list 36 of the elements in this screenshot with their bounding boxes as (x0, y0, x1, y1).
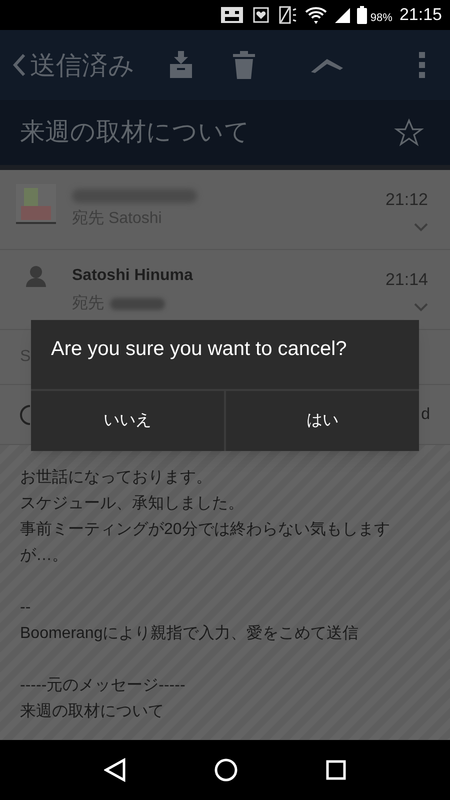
message-time: 21:14 (385, 269, 428, 292)
wifi-icon (305, 6, 328, 24)
sender-name: Satoshi Hinuma (72, 266, 194, 286)
recents-icon[interactable] (326, 760, 346, 780)
heart-mail-icon (251, 5, 272, 25)
battery-icon (357, 6, 368, 24)
person-icon (24, 264, 48, 288)
chevron-down-icon (414, 222, 428, 232)
star-icon[interactable] (394, 118, 424, 148)
home-icon[interactable] (214, 758, 238, 782)
body-text: Boomerangにより親指で入力、愛をこめて送信 (20, 624, 360, 644)
body-text: 来週の取材について (20, 702, 165, 722)
phone-vibrate-icon (278, 5, 298, 25)
body-text: -- (20, 598, 32, 618)
chevron-down-icon (414, 302, 428, 312)
archive-icon[interactable] (169, 51, 193, 79)
trash-icon[interactable] (233, 51, 255, 79)
boomerang-icon[interactable] (311, 57, 343, 73)
dialog-message: Are you sure you want to cancel? (50, 337, 348, 362)
redacted-recipient (110, 298, 165, 310)
dialog-button[interactable]: はい (224, 391, 419, 451)
back-icon (12, 53, 26, 77)
cassette-icon (220, 6, 244, 24)
signal-icon (334, 7, 350, 23)
back-nav-icon[interactable] (104, 758, 126, 782)
more-icon[interactable] (418, 52, 426, 78)
battery-percent: 98% (370, 13, 392, 24)
clock: 21:15 (399, 4, 442, 26)
message-time: 21:12 (385, 189, 428, 212)
subject-title: 来週の取材について (20, 116, 250, 148)
body-text: -----元のメッセージ----- (20, 676, 186, 696)
body-text: 事前ミーティングが20分では終わらない気もしますが…。 (20, 520, 391, 566)
row-text: d (421, 404, 430, 424)
body-text: お世話になっております。 (20, 468, 213, 488)
dialog-button[interactable]: いいえ (31, 391, 224, 451)
body-text: スケジュール、承知しました。 (20, 494, 245, 514)
